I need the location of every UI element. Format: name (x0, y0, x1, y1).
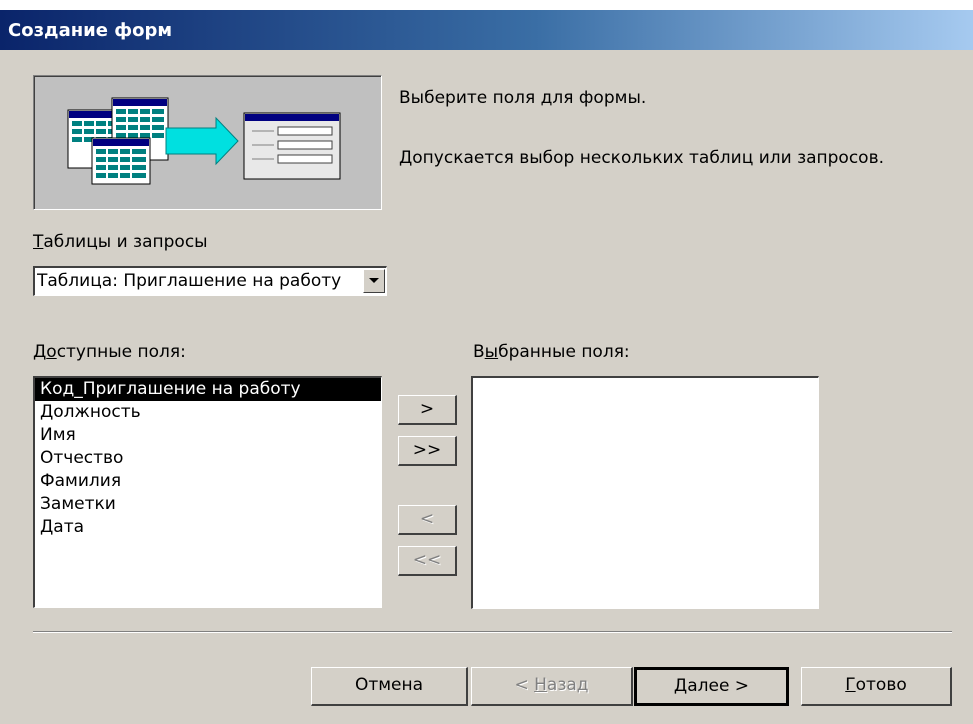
combo-value: Таблица: Приглашение на работу (37, 271, 342, 291)
tables-to-form-icon (67, 97, 341, 185)
title-bar[interactable]: Создание форм (0, 10, 973, 50)
form-wizard-dialog: Создание форм Выберите поля для формы. Д… (0, 0, 973, 724)
top-strip (0, 0, 973, 10)
intro-text-2: Допускается выбор нескольких таблиц или … (399, 148, 884, 168)
add-all-fields-button[interactable]: >> (398, 436, 457, 466)
selected-fields-label: Выбранные поля: (473, 342, 630, 362)
list-item[interactable]: Имя (35, 424, 381, 447)
list-item[interactable]: Дата (35, 516, 381, 539)
available-fields-list[interactable]: Код_Приглашение на работу Должность Имя … (33, 376, 382, 608)
wizard-illustration (33, 75, 382, 210)
window-title: Создание форм (8, 20, 173, 41)
finish-button[interactable]: Готово (801, 667, 952, 706)
next-button[interactable]: Далее > (634, 667, 789, 706)
tables-queries-label: Таблицы и запросы (33, 232, 208, 252)
list-item[interactable]: Фамилия (35, 470, 381, 493)
list-item[interactable]: Отчество (35, 447, 381, 470)
combo-dropdown-button[interactable] (363, 269, 385, 293)
back-button[interactable]: < Назад (471, 667, 633, 706)
list-item[interactable]: Должность (35, 401, 381, 424)
available-fields-label: Доступные поля: (33, 342, 186, 362)
list-item[interactable]: Заметки (35, 493, 381, 516)
intro-text-1: Выберите поля для формы. (399, 88, 647, 108)
tables-queries-combo[interactable]: Таблица: Приглашение на работу (33, 266, 387, 296)
list-item[interactable]: Код_Приглашение на работу (35, 378, 381, 401)
cancel-button[interactable]: Отмена (311, 667, 468, 706)
selected-fields-list[interactable] (471, 376, 819, 609)
remove-field-button[interactable]: < (398, 505, 457, 535)
separator (33, 631, 952, 633)
chevron-down-icon (369, 278, 379, 283)
add-field-button[interactable]: > (398, 395, 457, 425)
remove-all-fields-button[interactable]: << (398, 546, 457, 576)
